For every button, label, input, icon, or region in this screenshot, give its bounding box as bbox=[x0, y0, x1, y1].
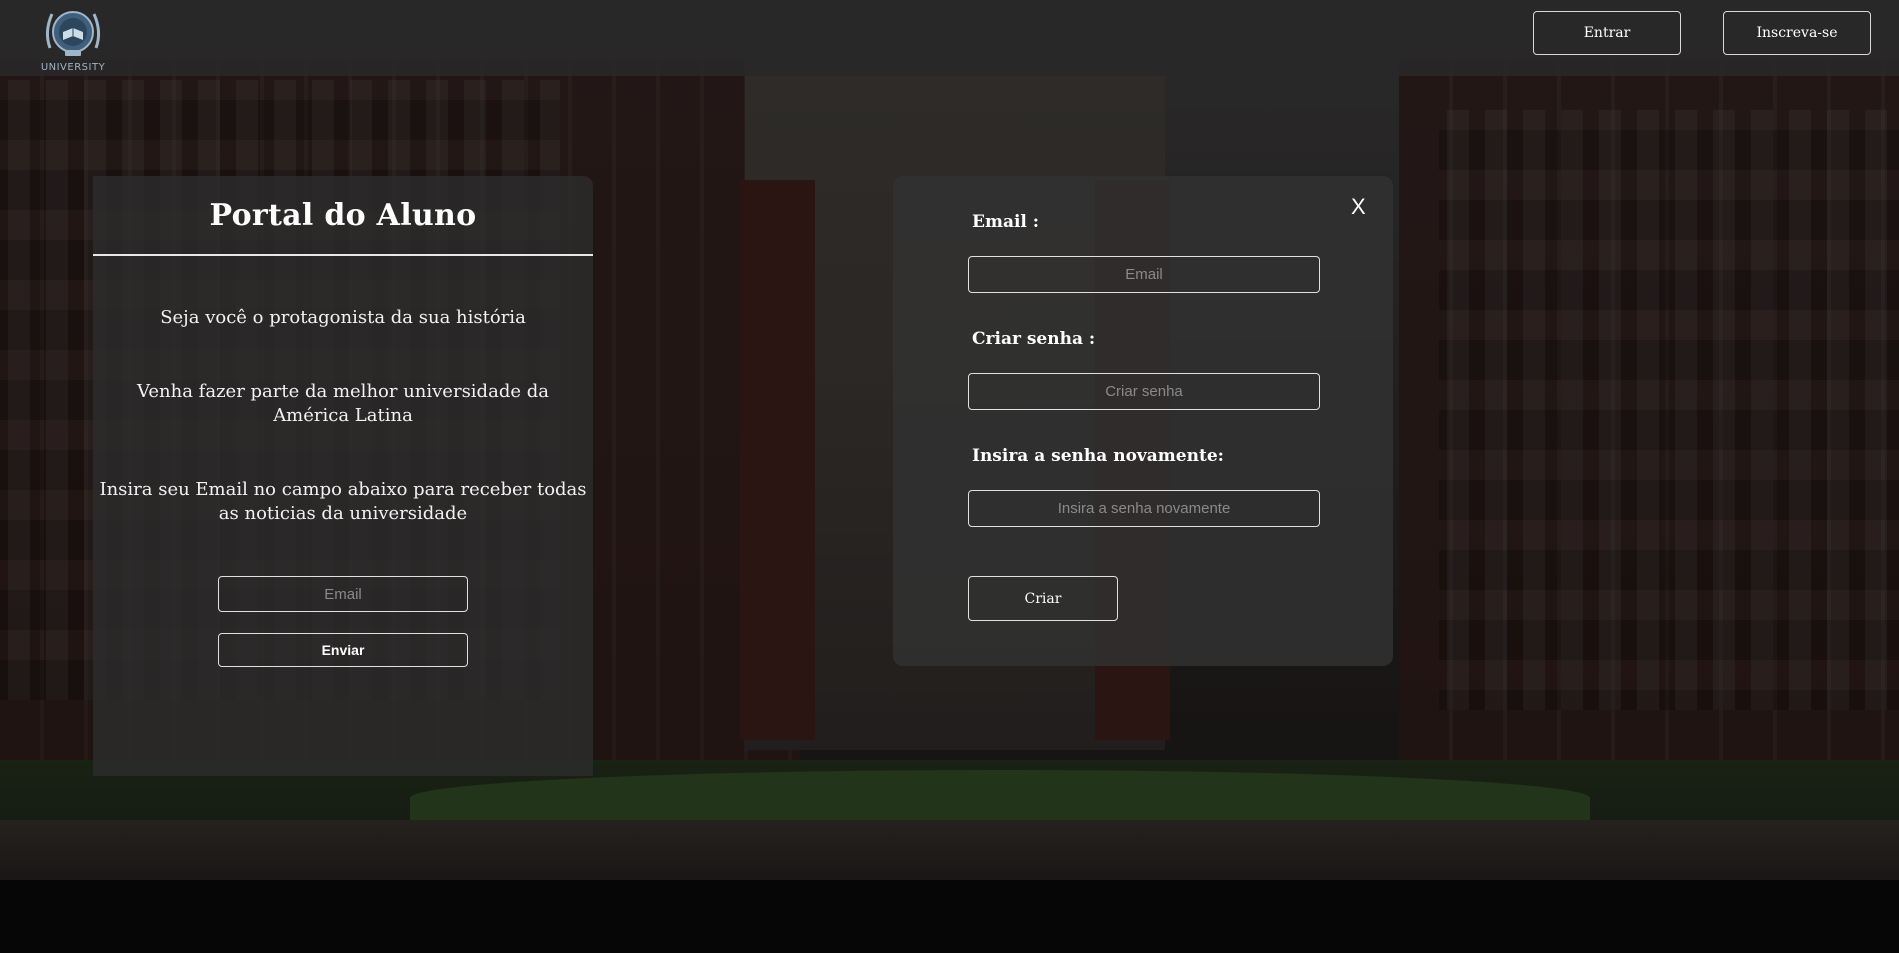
login-button[interactable]: Entrar bbox=[1533, 11, 1681, 55]
signup-button[interactable]: Inscreva-se bbox=[1723, 11, 1871, 55]
newsletter-email-input[interactable] bbox=[218, 576, 468, 612]
title-divider bbox=[93, 254, 593, 256]
portal-title: Portal do Aluno bbox=[209, 198, 477, 233]
password-label: Criar senha : bbox=[972, 329, 1096, 349]
logo-text: UNIVERSITY bbox=[40, 62, 106, 73]
signup-email-input[interactable] bbox=[968, 256, 1320, 293]
portal-tagline: Seja você o protagonista da sua história bbox=[160, 307, 526, 328]
email-label: Email : bbox=[972, 212, 1040, 232]
create-account-button[interactable]: Criar bbox=[968, 576, 1118, 621]
close-icon[interactable]: X bbox=[1351, 194, 1366, 220]
page: UNIVERSITY Entrar Inscreva-se Portal do … bbox=[0, 0, 1899, 953]
portal-invitation: Venha fazer parte da melhor universidade… bbox=[137, 381, 549, 426]
university-logo[interactable]: UNIVERSITY bbox=[38, 2, 108, 74]
confirm-password-input[interactable] bbox=[968, 490, 1320, 527]
confirm-password-label: Insira a senha novamente: bbox=[972, 446, 1224, 466]
newsletter-submit-button[interactable]: Enviar bbox=[218, 633, 468, 667]
top-header: UNIVERSITY Entrar Inscreva-se bbox=[0, 0, 1899, 76]
student-portal-panel: Portal do Aluno Seja você o protagonista… bbox=[93, 176, 593, 776]
password-input[interactable] bbox=[968, 373, 1320, 410]
signup-modal: X Email : Criar senha : Insira a senha n… bbox=[893, 176, 1393, 666]
newsletter-instructions: Insira seu Email no campo abaixo para re… bbox=[99, 479, 587, 524]
laurel-book-icon bbox=[45, 11, 101, 56]
